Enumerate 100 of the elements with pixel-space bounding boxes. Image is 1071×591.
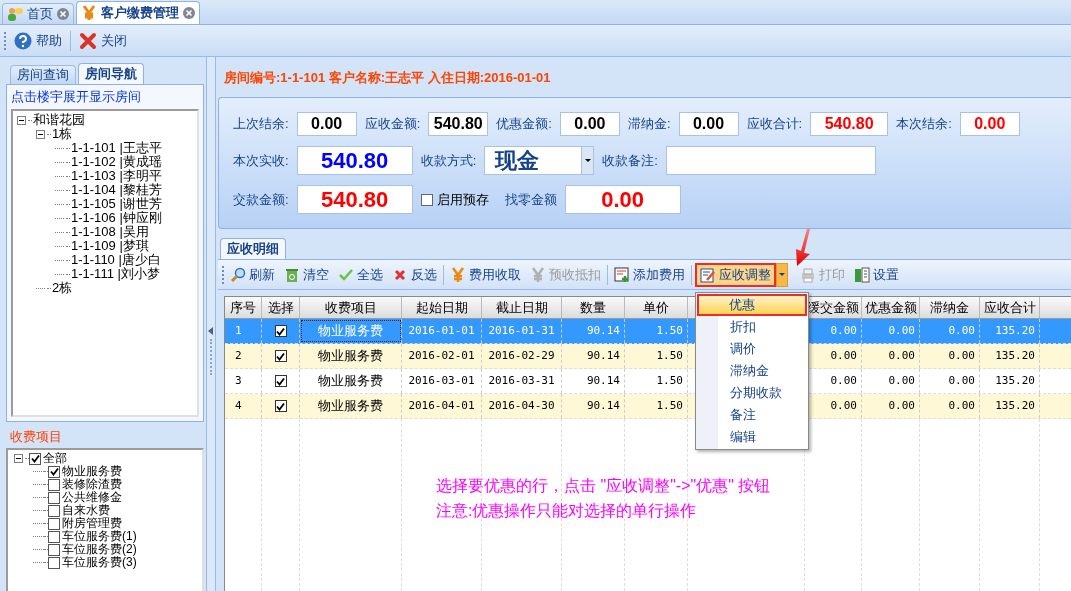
tree-item[interactable]: 1栋	[52, 127, 73, 141]
input-field[interactable]: 540.80	[296, 185, 413, 214]
checkbox[interactable]	[29, 452, 41, 465]
column-header[interactable]: 选择	[262, 297, 300, 318]
checkbox[interactable]	[274, 350, 287, 362]
tree-item[interactable]: 1-1-103 |李明平	[71, 169, 162, 183]
input-field[interactable]: 0.00	[959, 112, 1020, 136]
table-cell: 物业服务费	[300, 394, 402, 418]
checkbox[interactable]	[420, 193, 433, 206]
input-field[interactable]: 540.80	[810, 112, 889, 136]
tree-item[interactable]: 车位服务费(3)	[62, 556, 137, 569]
add-list-icon	[614, 266, 630, 283]
column-header[interactable]: 单价	[625, 297, 688, 318]
yen-icon	[81, 5, 97, 21]
checkbox[interactable]	[48, 530, 60, 543]
checkbox[interactable]	[48, 504, 60, 517]
column-header[interactable]: 数量	[562, 297, 625, 318]
toolbar-button[interactable]: 设置	[851, 264, 902, 285]
tree-item[interactable]: 1-1-101 |王志平	[71, 141, 162, 155]
input-field[interactable]	[665, 146, 876, 175]
table-cell: 90.14	[562, 344, 625, 368]
table-cell: 0.00	[862, 319, 920, 343]
room-info: 房间编号:1-1-101 客户名称:王志平 入住日期:2016-01-01	[223, 69, 552, 88]
table-cell: 135.20	[980, 344, 1040, 368]
column-header[interactable]: 截止日期	[482, 297, 562, 318]
check-icon	[276, 351, 285, 361]
hint-text: 点击楼宇展开显示房间	[11, 88, 142, 107]
dropdown-button[interactable]	[776, 262, 788, 287]
table-cell: 0.00	[862, 344, 920, 368]
select-field[interactable]: 现金	[484, 146, 595, 175]
field-label: 收款方式:	[420, 151, 477, 170]
tree-item[interactable]: 和谐花园	[33, 113, 85, 127]
toolbar-button[interactable]: 关闭	[77, 28, 129, 53]
toolbar-button[interactable]: 反选	[389, 264, 440, 285]
input-field[interactable]: 0.00	[678, 112, 739, 136]
toolbar-button[interactable]: 费用收取	[447, 264, 524, 285]
column-header[interactable]: 优惠金额	[862, 297, 920, 318]
tree-item[interactable]: 1-1-104 |黎桂芳	[71, 183, 162, 197]
panel-tab[interactable]: 房间导航	[78, 63, 144, 84]
tree-item[interactable]: 附房管理费	[62, 517, 122, 530]
input-field[interactable]: 0.00	[296, 112, 357, 136]
menu-item[interactable]: 编辑	[696, 426, 808, 448]
tree-item[interactable]: 1-1-111 |刘小梦	[71, 267, 160, 281]
toolbar-button[interactable]: 刷新	[227, 264, 278, 285]
tree-item[interactable]: 1-1-109 |梦琪	[71, 239, 149, 253]
column-header[interactable]: 应收合计	[980, 297, 1040, 318]
input-field[interactable]: 540.80	[296, 146, 413, 175]
check-icon	[276, 376, 285, 386]
table-cell: 0.00	[862, 369, 920, 393]
input-field[interactable]: 0.00	[559, 112, 620, 136]
tab[interactable]: 首页	[2, 3, 74, 24]
collapse-icon[interactable]	[14, 454, 23, 463]
tree-item[interactable]: 物业服务费	[62, 465, 122, 478]
tree-item[interactable]: 1-1-102 |黄成瑶	[71, 155, 162, 169]
toolbar-button[interactable]: 添加费用	[611, 264, 688, 285]
panel-tab[interactable]: 房间查询	[10, 65, 76, 84]
checkbox[interactable]	[48, 491, 60, 504]
tree-item[interactable]: 1-1-106 |钟应刚	[71, 211, 162, 225]
checkbox[interactable]	[274, 325, 287, 337]
table-cell: 2	[225, 344, 262, 368]
menu-item[interactable]: 折扣	[696, 316, 808, 338]
tree-item[interactable]: 1-1-108 |吴用	[71, 225, 149, 239]
table-cell: 0.00	[862, 394, 920, 418]
column-header[interactable]: 滞纳金	[920, 297, 980, 318]
tree-item[interactable]: 全部	[43, 452, 67, 465]
section-tab[interactable]: 应收明细	[220, 238, 286, 259]
toolbar-button[interactable]: 全选	[335, 264, 386, 285]
toolbar-button[interactable]: 帮助	[12, 28, 64, 53]
checkbox[interactable]	[274, 375, 287, 387]
field-label: 上次结余:	[233, 115, 289, 134]
tree-item[interactable]: 公共维修金	[62, 491, 122, 504]
table-cell: 1.50	[625, 344, 688, 368]
tab[interactable]: 客户缴费管理	[76, 1, 200, 24]
table-cell: 90.14	[562, 394, 625, 418]
collapse-icon[interactable]	[17, 115, 26, 125]
table-cell: 1	[225, 319, 262, 343]
input-field[interactable]: 540.80	[428, 112, 489, 136]
column-header[interactable]: 序号	[225, 297, 262, 318]
tree-item[interactable]: 2栋	[52, 281, 73, 295]
tree-item[interactable]: 1-1-105 |谢世芳	[71, 197, 162, 211]
toolbar-button[interactable]: 应收调整	[695, 262, 776, 287]
checkbox[interactable]	[48, 556, 60, 569]
tree-item[interactable]: 自来水费	[62, 504, 110, 517]
tree-item[interactable]: 装修除渣费	[62, 478, 122, 491]
tree-item[interactable]: 1-1-110 |唐少白	[71, 253, 161, 267]
yen-icon	[530, 266, 546, 283]
input-field[interactable]: 0.00	[564, 185, 681, 214]
column-header[interactable]: 收费项目	[300, 297, 402, 318]
checkbox[interactable]	[48, 478, 60, 491]
checkbox[interactable]	[48, 465, 60, 478]
collapse-icon[interactable]	[36, 129, 45, 139]
checkbox[interactable]	[274, 400, 287, 412]
menu-item[interactable]: 优惠	[697, 294, 807, 316]
trash-bin-icon	[284, 266, 300, 283]
column-header[interactable]: 起始日期	[402, 297, 482, 318]
checkbox[interactable]	[48, 517, 60, 530]
checkbox[interactable]	[48, 543, 60, 556]
tree-item[interactable]: 车位服务费(2)	[62, 543, 137, 556]
tree-item[interactable]: 车位服务费(1)	[62, 530, 137, 543]
toolbar-button[interactable]: 清空	[281, 264, 332, 285]
